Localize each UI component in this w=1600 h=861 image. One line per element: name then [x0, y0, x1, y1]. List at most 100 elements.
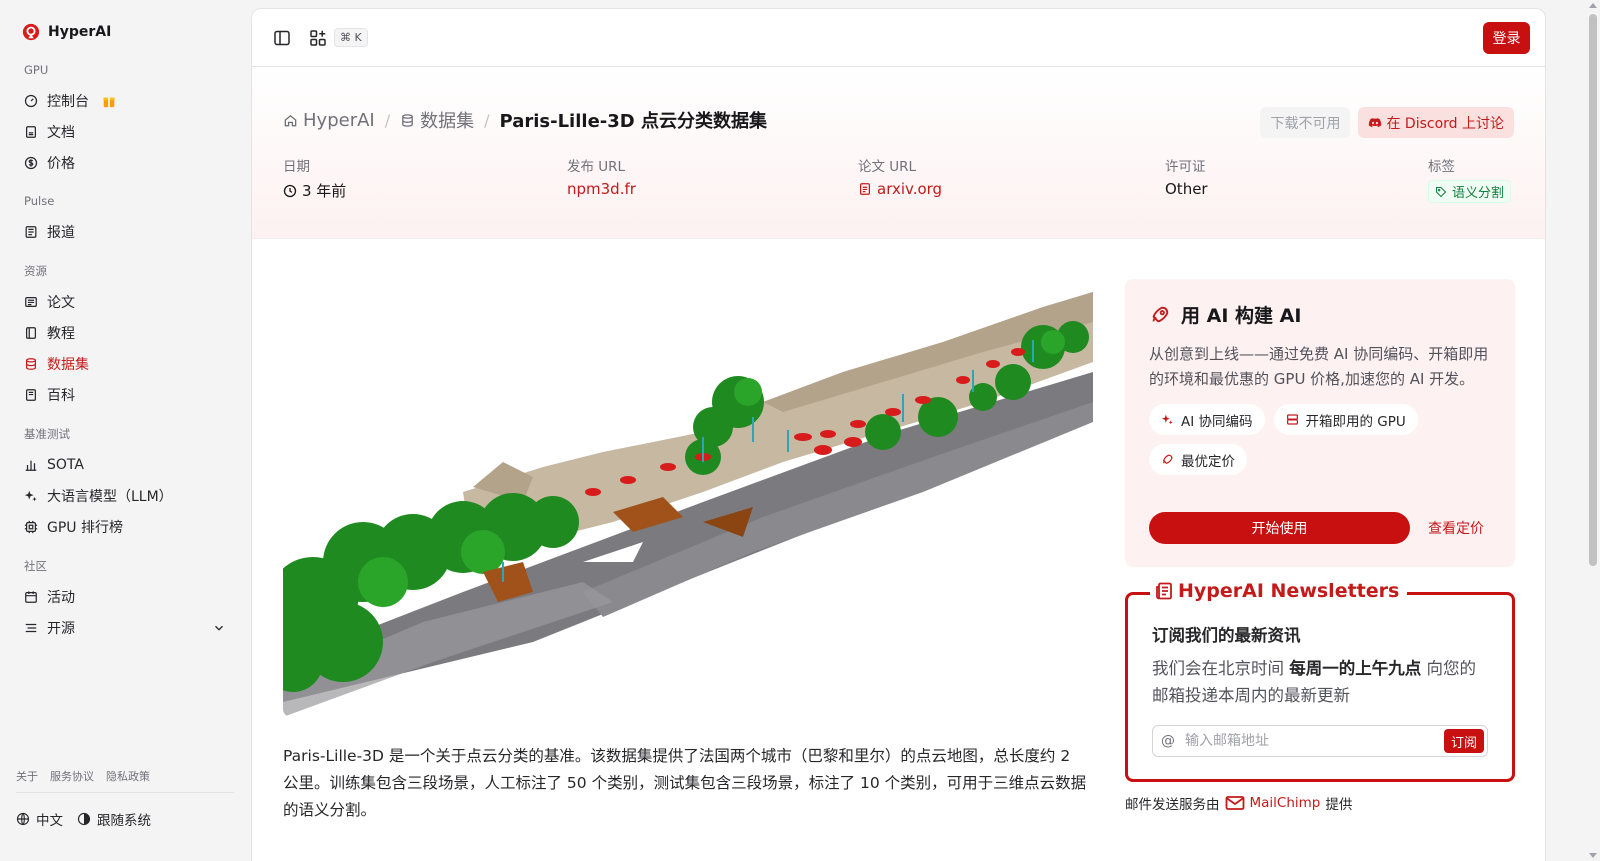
meta-value: 3 年前: [283, 180, 346, 201]
newsletter-title: HyperAI Newsletters: [1150, 580, 1408, 602]
subscribe-button[interactable]: 订阅: [1443, 729, 1484, 753]
sidebar-item-label: 文档: [47, 124, 75, 141]
rocket-icon: [1152, 306, 1169, 322]
breadcrumb-datasets[interactable]: 数据集: [400, 107, 474, 133]
sidebar-item-label: 百科: [47, 387, 75, 404]
sidebar-item-label: 价格: [47, 155, 75, 172]
document-icon: [26, 125, 36, 138]
newsletter-heading: 订阅我们的最新资讯: [1152, 626, 1301, 645]
language-label: 中文: [36, 813, 63, 829]
dataset-meta: 日期 3 年前 发布 URL npm3d.fr 论文 URL arxiv.org…: [283, 155, 1514, 205]
newsletter-text-before: 我们会在北京时间: [1152, 659, 1290, 678]
mailchimp-link[interactable]: MailChimp: [1250, 795, 1321, 811]
sidebar-item-wiki[interactable]: 百科: [16, 379, 234, 410]
sidebar-item-label: 教程: [47, 325, 75, 342]
promo-title: 用 AI 构建 AI: [1181, 305, 1302, 327]
footer-settings: 中文 跟随系统: [16, 808, 151, 830]
calendar-icon: [25, 590, 37, 603]
section-label-resources: 资源: [24, 264, 47, 278]
license-value: Other: [1165, 180, 1208, 198]
sidebar-item-label: SOTA: [47, 456, 84, 473]
get-started-button[interactable]: 开始使用: [1149, 512, 1410, 544]
mail-icon: [1225, 796, 1244, 810]
sidebar-item-pricing[interactable]: 价格: [16, 147, 234, 178]
brand[interactable]: HyperAI: [16, 0, 234, 64]
sidebar-item-llm[interactable]: 大语言模型（LLM）: [16, 480, 234, 511]
scroll-down-arrow-icon[interactable]: [1589, 853, 1597, 858]
database-icon: [26, 357, 36, 370]
encyclopedia-icon: [26, 388, 36, 401]
meta-paper: 论文 URL arxiv.org: [858, 155, 942, 198]
section-label-community: 社区: [24, 559, 47, 573]
language-switch[interactable]: 中文: [16, 809, 63, 829]
view-pricing-link[interactable]: 查看定价: [1428, 518, 1484, 538]
chip-gpu[interactable]: 开箱即用的 GPU: [1273, 404, 1418, 435]
login-button[interactable]: 登录: [1483, 22, 1530, 54]
newsletter-form: @ 订阅: [1152, 725, 1488, 757]
sidebar-toggle-icon[interactable]: [272, 28, 292, 48]
about-link[interactable]: 关于: [16, 768, 38, 784]
footer-links: 关于 服务协议 隐私政策: [16, 768, 234, 793]
sidebar-item-label: 控制台: [47, 93, 89, 110]
home-icon: [284, 114, 297, 126]
dataset-header: HyperAI / 数据集 / Paris-Lille-3D 点云分类数据集 下…: [252, 67, 1545, 239]
page-scrollbar[interactable]: [1585, 0, 1600, 861]
theme-switch[interactable]: 跟随系统: [77, 809, 151, 829]
server-icon: [1286, 414, 1298, 425]
mail-service-note: 邮件发送服务由 MailChimp 提供: [1125, 793, 1352, 813]
hyperai-logo-icon: [22, 23, 40, 41]
discord-button[interactable]: 在 Discord 上讨论: [1358, 107, 1514, 138]
gauge-icon: [24, 94, 38, 107]
apps-grid-icon[interactable]: [308, 28, 328, 48]
chip-icon: [24, 520, 38, 533]
breadcrumb-home-label: HyperAI: [303, 109, 375, 131]
sidebar-item-papers[interactable]: 论文: [16, 286, 234, 317]
chip-label: 开箱即用的 GPU: [1305, 413, 1406, 430]
sidebar-item-open-source[interactable]: 开源: [16, 612, 234, 643]
mail-note-prefix: 邮件发送服务由: [1125, 797, 1220, 813]
sidebar-item-label: 论文: [47, 294, 75, 311]
sidebar-item-gpu-leaderboard[interactable]: GPU 排行榜: [16, 511, 234, 542]
sidebar-item-tutorials[interactable]: 教程: [16, 317, 234, 348]
tag-badge[interactable]: 语义分割: [1428, 180, 1512, 203]
section-label-gpu: GPU: [24, 63, 49, 77]
sidebar-item-console[interactable]: 控制台: [16, 85, 234, 116]
privacy-link[interactable]: 隐私政策: [106, 768, 150, 784]
scroll-up-arrow-icon[interactable]: [1589, 3, 1597, 8]
meta-value: 语义分割: [1428, 180, 1512, 203]
search-shortcut[interactable]: ⌘ K: [334, 28, 368, 47]
main-panel: ⌘ K 登录 HyperAI / 数据集 / Paris-Lille-3D 点云…: [251, 8, 1546, 861]
scrollbar-thumb[interactable]: [1589, 14, 1597, 566]
sidebar-item-sota[interactable]: SOTA: [16, 449, 234, 480]
paper-url-link[interactable]: arxiv.org: [858, 180, 942, 198]
meta-url: 发布 URL npm3d.fr: [567, 155, 636, 198]
sidebar: HyperAI GPU 控制台 文档 价格 Pulse 报道 资源 论文 教程 …: [0, 0, 250, 861]
sidebar-item-label: 活动: [47, 589, 75, 606]
chip-label: 最优定价: [1181, 453, 1235, 470]
sidebar-item-news[interactable]: 报道: [16, 216, 234, 247]
publish-url-link[interactable]: npm3d.fr: [567, 180, 636, 198]
breadcrumb-home[interactable]: HyperAI: [283, 110, 375, 131]
sidebar-item-docs[interactable]: 文档: [16, 116, 234, 147]
email-input[interactable]: [1177, 733, 1444, 749]
topbar: ⌘ K 登录: [252, 9, 1545, 67]
theme-icon: [77, 812, 91, 826]
chip-best-price[interactable]: 最优定价: [1149, 444, 1247, 475]
breadcrumb: HyperAI / 数据集 / Paris-Lille-3D 点云分类数据集: [283, 107, 767, 133]
dollar-circle-icon: [24, 156, 38, 169]
download-button[interactable]: 下载不可用: [1260, 107, 1351, 138]
content-area: Paris-Lille-3D 是一个关于点云分类的基准。该数据集提供了法国两个城…: [252, 240, 1545, 861]
terms-link[interactable]: 服务协议: [50, 768, 94, 784]
rocket-icon: [1163, 454, 1173, 464]
promo-text: 从创意到上线——通过免费 AI 协同编码、开箱即用的环境和最优惠的 GPU 价格…: [1149, 345, 1489, 388]
sparkles-icon: [24, 490, 37, 501]
chevron-down-icon[interactable]: [212, 621, 226, 635]
newsletter-text: 我们会在北京时间 每周一的上午九点 向您的邮箱投递本周内的最新更新: [1152, 655, 1492, 709]
clock-icon: [283, 184, 297, 197]
page-title: Paris-Lille-3D 点云分类数据集: [499, 111, 767, 132]
sidebar-item-label: GPU 排行榜: [47, 519, 123, 536]
sidebar-item-datasets[interactable]: 数据集: [16, 348, 234, 379]
newsletter-icon: [1156, 582, 1172, 600]
chip-ai-cocoding[interactable]: AI 协同编码: [1149, 404, 1265, 435]
sidebar-item-events[interactable]: 活动: [16, 581, 234, 612]
